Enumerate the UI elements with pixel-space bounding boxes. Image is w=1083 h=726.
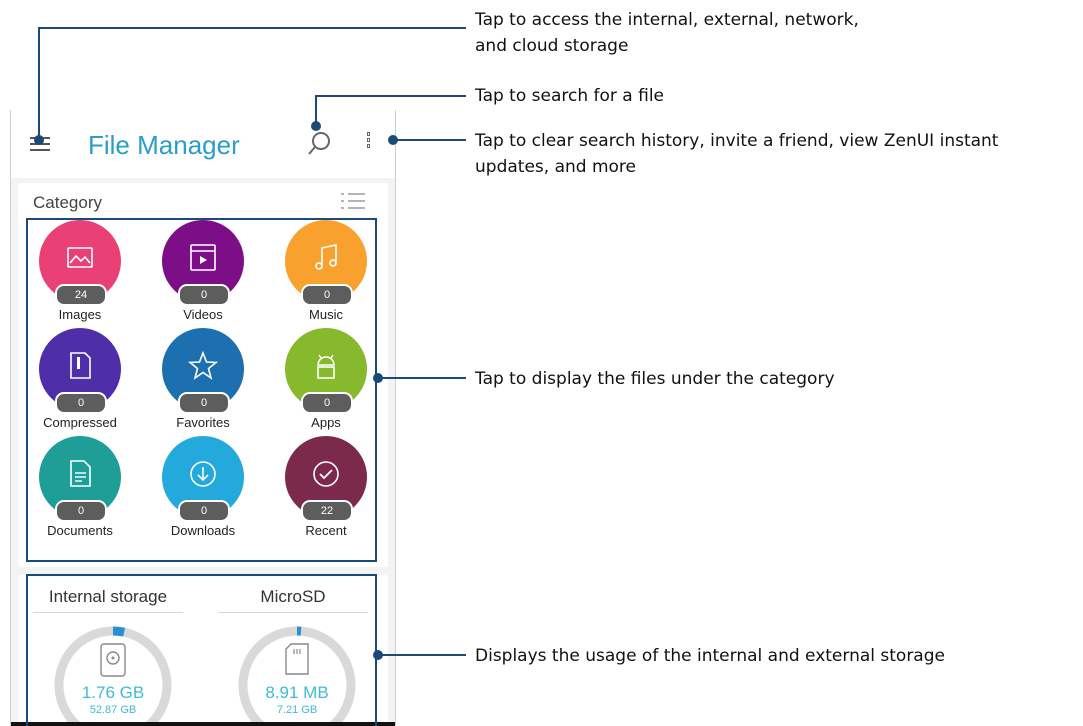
callout-search: Tap to search for a file (475, 86, 665, 106)
callout-more: Tap to clear search history, invite a fr… (475, 131, 999, 177)
callout-storage: Displays the usage of the internal and e… (475, 646, 945, 666)
callout-menu: Tap to access the internal, external, ne… (475, 10, 859, 56)
callout-category: Tap to display the files under the categ… (475, 369, 835, 389)
